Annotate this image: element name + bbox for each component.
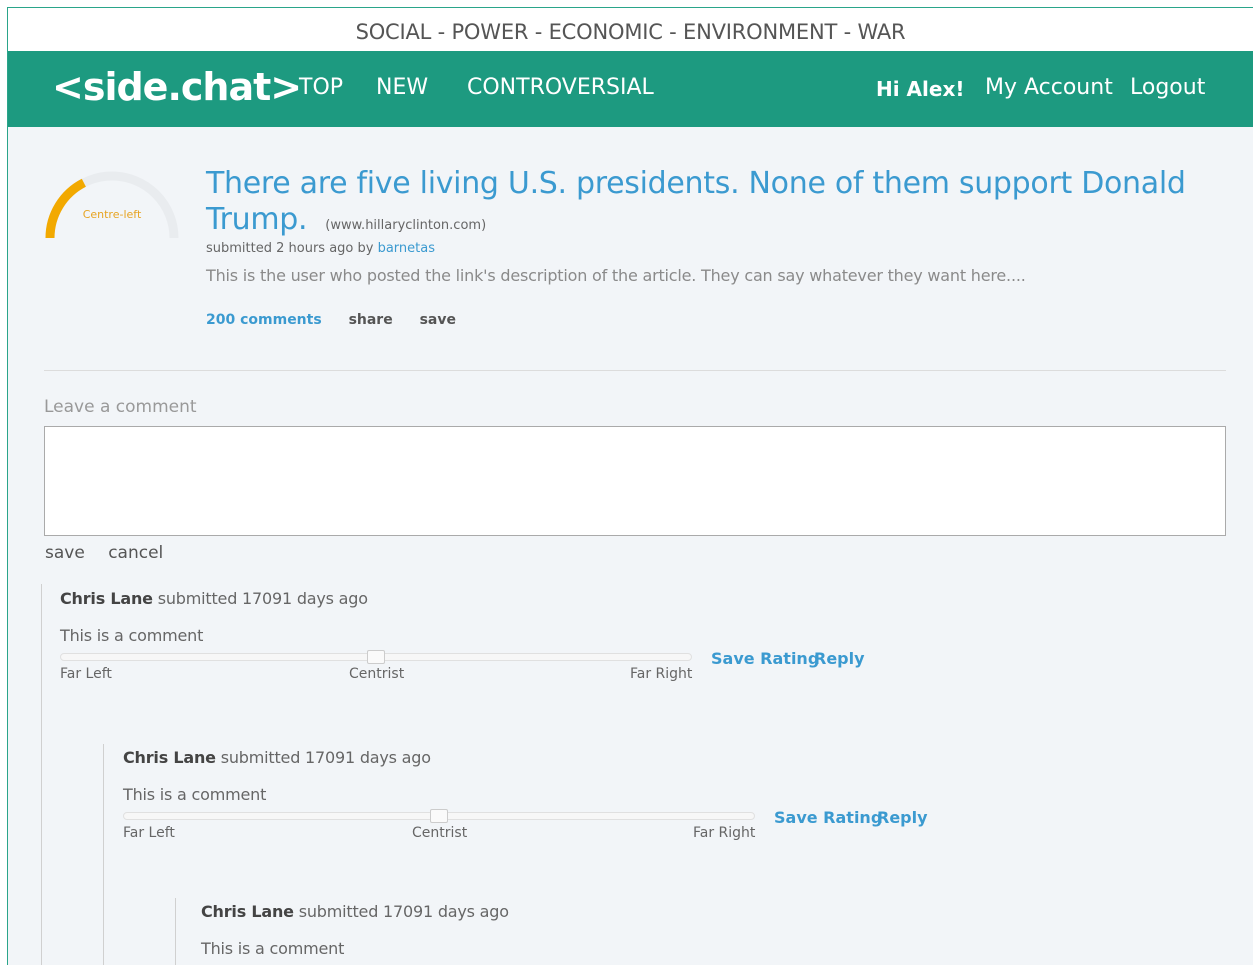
comment-meta: submitted 17091 days ago (220, 748, 431, 767)
scale-far-right: Far Right (630, 666, 693, 682)
rating-slider[interactable] (60, 650, 692, 664)
comment-author[interactable]: Chris Lane (123, 748, 216, 767)
topics-bar[interactable]: SOCIAL - POWER - ECONOMIC - ENVIRONMENT … (8, 8, 1253, 51)
comment-text: This is a comment (201, 939, 345, 958)
comment-cancel-button[interactable]: cancel (108, 543, 163, 563)
site-logo[interactable]: <side.chat> (52, 65, 302, 109)
save-post-link[interactable]: save (420, 312, 456, 328)
save-rating-button[interactable]: Save Rating (774, 808, 882, 827)
scale-centrist: Centrist (412, 825, 468, 841)
navbar: <side.chat> TOP NEW CONTROVERSIAL Hi Ale… (8, 51, 1253, 127)
my-account-link[interactable]: My Account (985, 75, 1113, 100)
scale-far-left: Far Left (123, 825, 175, 841)
comment-author[interactable]: Chris Lane (201, 902, 294, 921)
comment: Chris Lane submitted 17091 days ago This… (123, 748, 983, 858)
gauge-label: Centre-left (82, 208, 142, 221)
comment: Chris Lane submitted 17091 days ago This… (201, 902, 1061, 965)
reply-button[interactable]: Reply (814, 649, 865, 668)
post-domain: (www.hillaryclinton.com) (325, 218, 487, 233)
comment-header: Chris Lane submitted 17091 days ago (123, 748, 431, 767)
nav-controversial[interactable]: CONTROVERSIAL (467, 75, 654, 100)
rating-slider[interactable] (123, 809, 755, 823)
comment-text: This is a comment (123, 785, 267, 804)
comment-form-label: Leave a comment (44, 397, 197, 417)
logout-link[interactable]: Logout (1130, 75, 1205, 100)
scale-centrist: Centrist (349, 666, 405, 682)
nav-top[interactable]: TOP (299, 75, 343, 100)
thread-line-1 (41, 584, 42, 965)
post-actions: 200 comments share save (206, 312, 478, 328)
post-submitted: submitted 2 hours ago by barnetas (206, 241, 435, 256)
comment-save-button[interactable]: save (45, 543, 85, 563)
thread-line-2 (103, 744, 104, 965)
scale-far-right: Far Right (693, 825, 756, 841)
comment-meta: submitted 17091 days ago (298, 902, 509, 921)
scale-far-left: Far Left (60, 666, 112, 682)
rating-slider-thumb[interactable] (367, 650, 385, 664)
rating-slider-thumb[interactable] (430, 809, 448, 823)
nav-new[interactable]: NEW (376, 75, 428, 100)
comment-header: Chris Lane submitted 17091 days ago (201, 902, 509, 921)
share-link[interactable]: share (349, 312, 393, 328)
post-author-link[interactable]: barnetas (378, 241, 435, 256)
page-frame: SOCIAL - POWER - ECONOMIC - ENVIRONMENT … (7, 7, 1253, 965)
reply-button[interactable]: Reply (877, 808, 928, 827)
comment-author[interactable]: Chris Lane (60, 589, 153, 608)
comment-text: This is a comment (60, 626, 204, 645)
user-greeting: Hi Alex! (876, 77, 965, 101)
post-description: This is the user who posted the link's d… (206, 266, 1026, 285)
comment: Chris Lane submitted 17091 days ago This… (60, 589, 920, 699)
comment-input[interactable] (44, 426, 1226, 536)
gauge-track (45, 171, 179, 239)
save-rating-button[interactable]: Save Rating (711, 649, 819, 668)
comment-form-actions: save cancel (45, 543, 181, 563)
submitted-prefix: submitted 2 hours ago by (206, 241, 374, 256)
comment-meta: submitted 17091 days ago (157, 589, 368, 608)
divider (44, 370, 1226, 371)
bias-gauge: Centre-left (42, 163, 182, 243)
post-title[interactable]: There are five living U.S. presidents. N… (206, 166, 1216, 244)
thread-line-3 (175, 898, 176, 965)
comment-header: Chris Lane submitted 17091 days ago (60, 589, 368, 608)
comments-link[interactable]: 200 comments (206, 312, 322, 328)
